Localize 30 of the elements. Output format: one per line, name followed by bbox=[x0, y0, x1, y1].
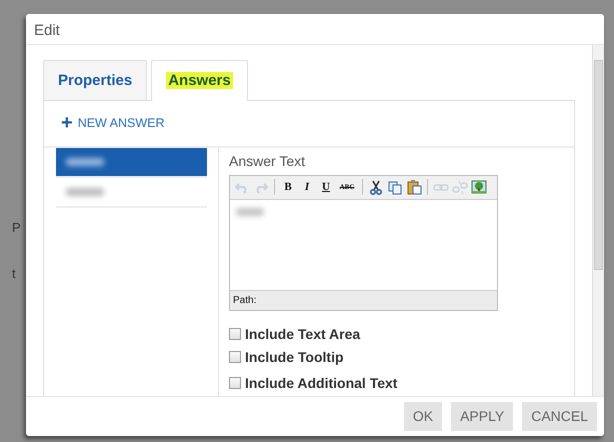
format-button[interactable]: U bbox=[318, 179, 334, 196]
dialog-button[interactable]: APPLY bbox=[451, 402, 514, 431]
copy-icon[interactable] bbox=[387, 179, 403, 196]
path-label: Path: bbox=[230, 290, 497, 310]
redacted-text bbox=[236, 208, 264, 216]
background-text: P bbox=[12, 219, 21, 237]
checkbox-label[interactable]: Include Additional Text bbox=[229, 372, 498, 395]
answer-list-item[interactable] bbox=[56, 148, 207, 178]
checkbox[interactable] bbox=[229, 328, 241, 340]
scissors-icon[interactable] bbox=[368, 179, 384, 196]
checkbox-label[interactable]: Include Tooltip bbox=[229, 346, 498, 369]
format-button[interactable]: B bbox=[280, 179, 296, 196]
tab[interactable]: Properties bbox=[43, 60, 148, 100]
new-answer-button[interactable]: + NEW ANSWER bbox=[61, 114, 164, 133]
dialog-title: Edit bbox=[26, 14, 604, 45]
checkbox[interactable] bbox=[229, 377, 241, 390]
background-text: t bbox=[12, 265, 16, 283]
checkbox-label[interactable]: Include Text Area bbox=[229, 322, 498, 346]
scrollbar[interactable] bbox=[592, 45, 604, 396]
checkbox[interactable] bbox=[229, 351, 241, 364]
paste-icon[interactable] bbox=[406, 179, 422, 196]
field-label: Answer Text bbox=[229, 152, 306, 171]
dialog-button[interactable]: CANCEL bbox=[522, 402, 597, 431]
plus-icon: + bbox=[61, 116, 73, 130]
dialog-button[interactable]: OK bbox=[404, 402, 442, 431]
image-icon[interactable] bbox=[471, 179, 487, 196]
redacted-text bbox=[66, 158, 104, 166]
format-button[interactable]: I bbox=[299, 179, 315, 196]
redacted-text bbox=[66, 188, 104, 196]
tab[interactable]: Answers bbox=[151, 60, 248, 101]
